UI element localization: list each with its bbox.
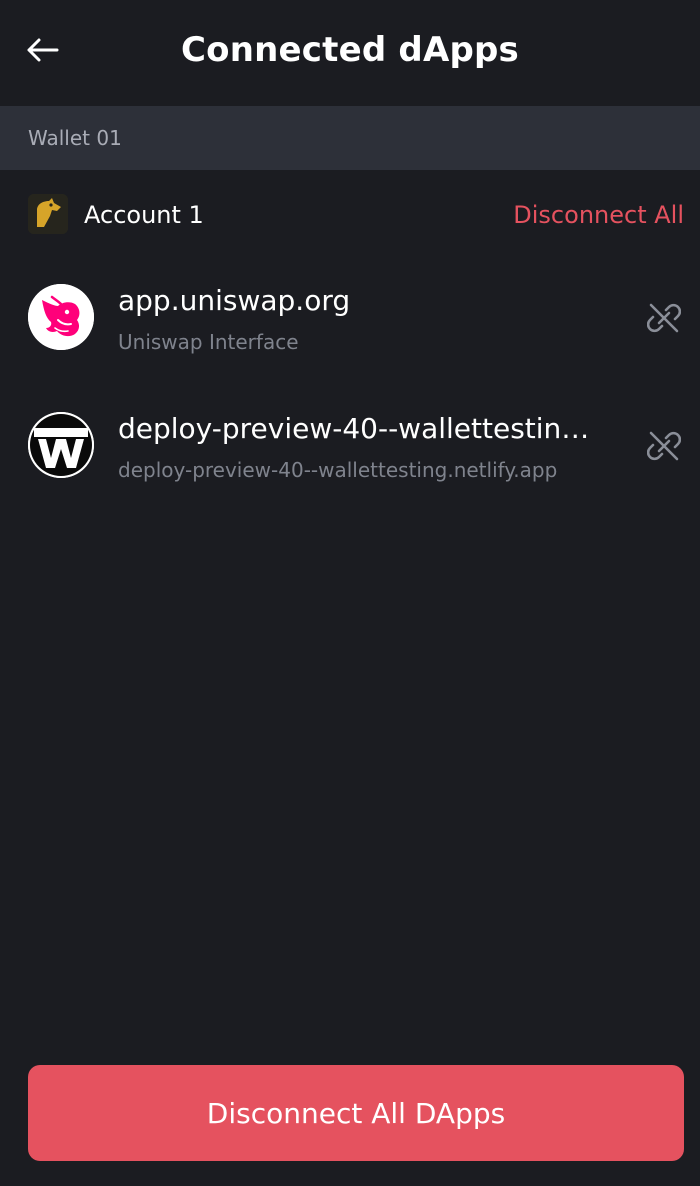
page-title: Connected dApps: [181, 30, 519, 70]
disconnect-all-dapps-button[interactable]: Disconnect All DApps: [28, 1065, 684, 1161]
dapp-list-item: app.uniswap.org Uniswap Interface: [0, 262, 700, 390]
dapp-name: deploy-preview-40--wallettesting.netlify…: [118, 412, 598, 445]
top-bar: Connected dApps: [0, 0, 700, 106]
uniswap-logo-icon: [28, 284, 94, 350]
dapp-subtitle: Uniswap Interface: [118, 330, 299, 354]
account-avatar-icon: [28, 194, 68, 234]
disconnect-dapp-button[interactable]: [644, 298, 684, 338]
account-name: Account 1: [84, 201, 204, 229]
dapp-name: app.uniswap.org: [118, 284, 351, 317]
wallet-label: Wallet 01: [28, 126, 122, 150]
disconnect-all-link[interactable]: Disconnect All: [513, 198, 684, 232]
dapp-subtitle: deploy-preview-40--wallettesting.netlify…: [118, 458, 558, 482]
dapp-list-item: deploy-preview-40--wallettesting.netlify…: [0, 390, 700, 518]
wallettesting-logo-icon: [28, 412, 94, 478]
unlink-icon: [647, 303, 681, 333]
account-row: Account 1 Disconnect All: [0, 170, 700, 262]
disconnect-dapp-button[interactable]: [644, 426, 684, 466]
wallet-section-header: Wallet 01: [0, 106, 700, 170]
unlink-icon: [647, 431, 681, 461]
